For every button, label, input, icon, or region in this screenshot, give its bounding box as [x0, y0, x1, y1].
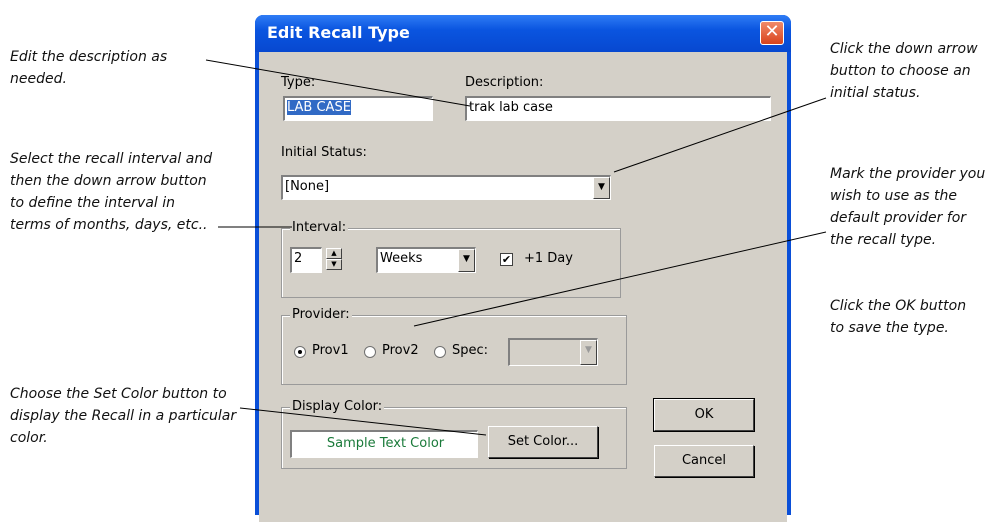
spin-down-icon[interactable]: ▼: [326, 259, 342, 270]
annotation-select-interval: Select the recall interval and then the …: [10, 151, 213, 233]
cancel-button[interactable]: Cancel: [654, 445, 754, 477]
plus-one-day-checkbox[interactable]: ✔: [500, 253, 513, 266]
provider-label-spec: Spec:: [452, 343, 489, 358]
ok-button[interactable]: OK: [653, 398, 755, 432]
description-value: trak lab case: [469, 100, 553, 115]
annotation-provider: Mark the provider you wish to use as the…: [830, 166, 986, 248]
interval-spinner[interactable]: ▲ ▼: [326, 248, 342, 270]
type-label: Type:: [281, 75, 316, 90]
interval-group: Interval: 2 ▲ ▼ Weeks ▼ ✔ +1 Day: [281, 220, 621, 298]
provider-radio-spec[interactable]: [434, 346, 446, 358]
interval-unit-dropdown-icon[interactable]: ▼: [458, 249, 475, 272]
interval-value: 2: [294, 251, 303, 266]
close-icon[interactable]: ✕: [760, 21, 784, 45]
initial-status-dropdown-icon[interactable]: ▼: [593, 177, 610, 199]
sample-color-box: Sample Text Color: [290, 430, 478, 458]
description-label: Description:: [465, 75, 544, 90]
description-field[interactable]: trak lab case: [465, 96, 771, 121]
provider-group: Provider: Prov1 Prov2 Spec: ▼: [281, 307, 627, 385]
dialog-title: Edit Recall Type: [267, 23, 410, 42]
set-color-button[interactable]: Set Color...: [488, 426, 598, 458]
interval-unit-value: Weeks: [380, 251, 423, 266]
sample-text: Sample Text Color: [326, 436, 445, 451]
initial-status-select[interactable]: [None] ▼: [281, 175, 611, 200]
spec-dropdown-icon: ▼: [580, 340, 597, 365]
edit-recall-type-dialog: Edit Recall Type ✕ Type: LAB CASE Descri…: [255, 15, 791, 522]
provider-group-title: Provider:: [290, 307, 352, 322]
annotation-edit-description: Edit the description as needed.: [10, 49, 168, 87]
initial-status-label: Initial Status:: [281, 145, 367, 160]
annotation-set-color: Choose the Set Color button to display t…: [10, 386, 237, 446]
provider-label-prov2: Prov2: [382, 343, 419, 358]
provider-radio-prov2[interactable]: [364, 346, 376, 358]
provider-radio-prov1[interactable]: [294, 346, 306, 358]
plus-one-day-label: +1 Day: [524, 251, 573, 266]
annotation-ok-button: Click the OK button to save the type.: [830, 298, 967, 336]
dialog-body: Type: LAB CASE Description: trak lab cas…: [259, 52, 787, 522]
display-color-group: Display Color: Sample Text Color Set Col…: [281, 399, 627, 469]
interval-group-title: Interval:: [290, 220, 349, 235]
interval-unit-select[interactable]: Weeks ▼: [376, 247, 476, 273]
dialog-titlebar[interactable]: Edit Recall Type ✕: [255, 15, 791, 52]
interval-value-field[interactable]: 2: [290, 247, 322, 273]
type-value: LAB CASE: [287, 100, 351, 115]
spin-up-icon[interactable]: ▲: [326, 248, 342, 259]
type-field[interactable]: LAB CASE: [283, 96, 433, 121]
spec-select: ▼: [508, 338, 598, 366]
initial-status-value: [None]: [285, 179, 330, 194]
provider-label-prov1: Prov1: [312, 343, 349, 358]
annotation-initial-status: Click the down arrow button to choose an…: [830, 41, 978, 101]
display-color-group-title: Display Color:: [290, 399, 385, 414]
